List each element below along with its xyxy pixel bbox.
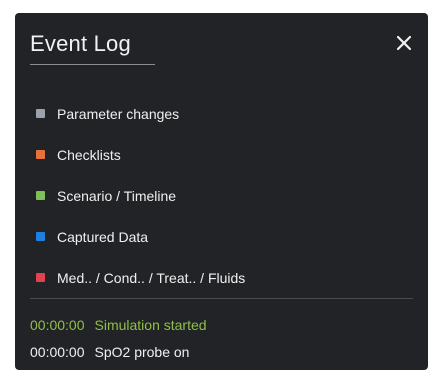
legend-item-parameter-changes: Parameter changes	[36, 93, 245, 134]
legend-label: Checklists	[57, 146, 121, 163]
legend-item-medications: Med.. / Cond.. / Treat.. / Fluids	[36, 257, 245, 298]
log-entry-text: Simulation started	[94, 316, 207, 333]
legend-swatch	[36, 232, 45, 241]
close-icon	[396, 35, 412, 51]
legend-item-scenario-timeline: Scenario / Timeline	[36, 175, 245, 216]
legend-swatch	[36, 191, 45, 200]
log-entry-time: 00:00:00	[30, 316, 85, 333]
divider	[30, 298, 413, 299]
legend-label: Scenario / Timeline	[57, 187, 177, 204]
legend-swatch	[36, 109, 45, 118]
legend-item-captured-data: Captured Data	[36, 216, 245, 257]
legend-swatch	[36, 150, 45, 159]
title-underline	[30, 64, 155, 65]
close-button[interactable]	[390, 29, 418, 57]
event-log-panel: Event Log Parameter changes Checklists S…	[15, 13, 428, 370]
legend-label: Med.. / Cond.. / Treat.. / Fluids	[57, 269, 246, 286]
log-entry[interactable]: 00:00:00 SpO2 probe on	[30, 338, 207, 365]
log-entry[interactable]: 00:00:00 Simulation started	[30, 311, 207, 338]
event-legend: Parameter changes Checklists Scenario / …	[36, 93, 245, 298]
log-entry-text: SpO2 probe on	[94, 343, 190, 360]
panel-header: Event Log	[30, 31, 418, 63]
legend-swatch	[36, 273, 45, 282]
legend-item-checklists: Checklists	[36, 134, 245, 175]
event-log-list: 00:00:00 Simulation started 00:00:00 SpO…	[30, 311, 207, 365]
panel-title: Event Log	[30, 31, 131, 56]
legend-label: Parameter changes	[57, 105, 180, 122]
legend-label: Captured Data	[57, 228, 149, 245]
log-entry-time: 00:00:00	[30, 343, 85, 360]
